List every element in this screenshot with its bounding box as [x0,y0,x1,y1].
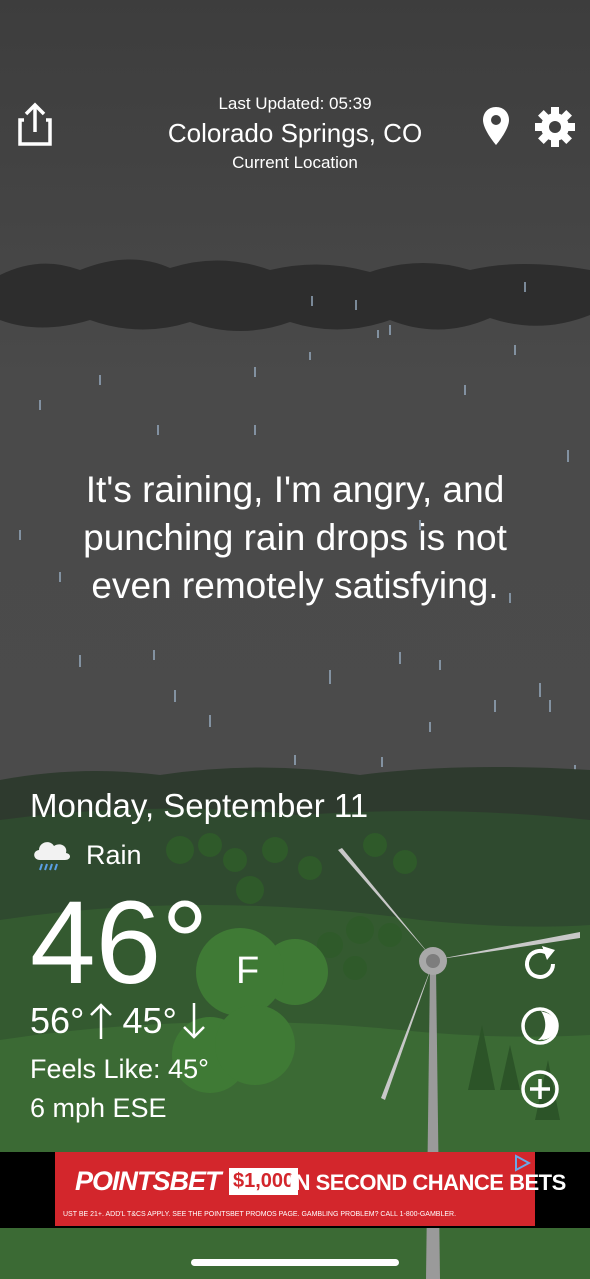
current-temperature: 46° [30,877,209,1009]
condition-label: Rain [86,839,142,870]
location-source-label: Current Location [232,153,358,172]
feels-like-label: Feels Like: 45° [30,1054,209,1084]
add-location-button[interactable] [518,1067,562,1111]
forecast-date: Monday, September 11 [30,787,369,824]
location-button[interactable] [478,104,514,148]
refresh-icon [525,946,555,979]
ad-fine-print: UST BE 21+. ADD'L T&CS APPLY. SEE THE PO… [63,1211,457,1218]
advertisement-banner[interactable]: POINTSBET $1,000 IN SECOND CHANCE BETS U… [55,1152,566,1226]
settings-button[interactable] [532,104,578,150]
gear-icon [535,107,575,147]
high-temperature: 56° [30,1000,85,1041]
arrow-down-icon [183,1003,205,1039]
location-pin-icon [483,107,509,145]
temperature-unit: F [236,950,260,992]
weather-message: It's raining, I'm angry, and punching ra… [83,469,507,606]
high-low-temperatures: 56° 45° [30,1000,207,1042]
arrow-up-icon [90,1003,113,1039]
low-temperature: 45° [122,1000,177,1041]
refresh-button[interactable] [518,942,562,986]
ad-amount: $1,000 [229,1168,299,1195]
ad-headline: IN SECOND CHANCE BETS [289,1170,566,1195]
ad-brand-logo: POINTSBET [75,1166,222,1196]
condition-row: Rain [30,833,142,877]
home-indicator[interactable] [191,1259,399,1266]
moon-phase-icon [521,1007,559,1045]
wind-label: 6 mph ESE [30,1093,167,1123]
add-icon [521,1070,559,1108]
theme-button[interactable] [518,1004,562,1048]
weather-scene-background [0,0,590,1279]
ad-choices-icon[interactable] [513,1154,531,1172]
rain-cloud-icon [34,842,71,871]
